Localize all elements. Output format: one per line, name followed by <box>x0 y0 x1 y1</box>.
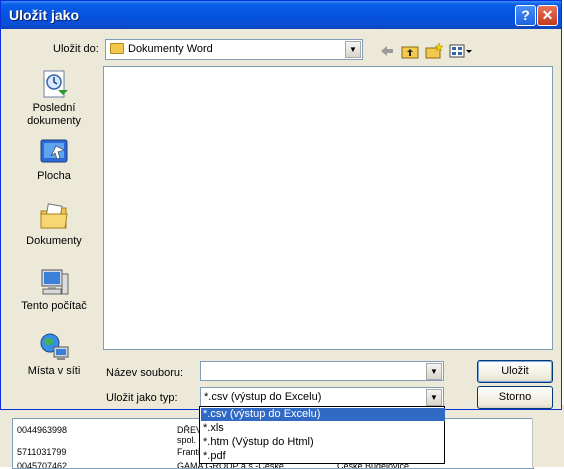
filename-label: Název souboru: <box>106 367 184 379</box>
row-id: 5711031799 <box>17 447 67 457</box>
filetype-select[interactable]: *.csv (výstup do Excelu) ▼ <box>200 387 444 407</box>
background-scrollbar[interactable] <box>532 418 549 467</box>
place-recent-documents[interactable]: Poslední dokumenty <box>11 68 97 128</box>
filetype-option[interactable]: *.htm (Výstup do Html) <box>201 436 445 449</box>
save-as-dialog: Uložit jako ? ✕ Uložit do: Dokumenty Wor… <box>0 0 562 410</box>
row-id: 0044963998 <box>17 425 68 435</box>
documents-folder-icon <box>38 201 70 233</box>
filetype-option[interactable]: *.xls <box>201 422 445 435</box>
desktop-icon <box>38 136 70 168</box>
save-button[interactable]: Uložit <box>477 360 553 383</box>
filetype-option[interactable]: *.csv (výstup do Excelu) <box>201 408 445 421</box>
filetype-dropdown-list: *.csv (výstup do Excelu) *.xls *.htm (Vý… <box>199 406 445 464</box>
save-in-value: Dokumenty Word <box>128 43 213 55</box>
my-computer-icon <box>38 266 70 298</box>
place-label: Místa v síti <box>27 365 81 377</box>
place-label: Dokumenty <box>26 235 82 247</box>
place-label: Plocha <box>37 170 71 182</box>
save-in-combo[interactable]: Dokumenty Word ▼ <box>105 39 363 60</box>
place-label: Tento počítač <box>21 300 87 312</box>
cancel-button[interactable]: Storno <box>477 386 553 409</box>
place-network[interactable]: Místa v síti <box>11 331 97 378</box>
save-in-label: Uložit do: <box>53 43 99 55</box>
filetype-option[interactable]: *.pdf <box>201 450 445 463</box>
row-id: 0045707462 <box>17 461 68 469</box>
close-button[interactable]: ✕ <box>537 5 558 26</box>
help-button[interactable]: ? <box>515 5 536 26</box>
filetype-dropdown[interactable]: ▼ <box>425 388 443 406</box>
new-folder-icon[interactable] <box>425 42 444 60</box>
views-menu-icon[interactable] <box>449 42 473 60</box>
window-title: Uložit jako <box>9 7 80 23</box>
network-places-icon <box>38 331 70 363</box>
folder-icon <box>110 43 124 54</box>
place-desktop[interactable]: Plocha <box>11 136 97 183</box>
title-bar[interactable]: Uložit jako ? ✕ <box>1 1 561 29</box>
place-documents[interactable]: Dokumenty <box>11 201 97 248</box>
place-label: Poslední dokumenty <box>27 102 81 127</box>
filetype-value: *.csv (výstup do Excelu) <box>204 391 322 403</box>
back-arrow-icon[interactable] <box>379 42 395 60</box>
chevron-down-icon[interactable]: ▼ <box>345 41 361 58</box>
recent-documents-icon <box>38 68 70 100</box>
filename-dropdown[interactable]: ▼ <box>425 362 443 380</box>
filetype-label: Uložit jako typ: <box>106 392 178 404</box>
places-bar: Poslední dokumenty Plocha Dokumenty Tent… <box>11 64 97 394</box>
chevron-down-icon[interactable]: ▼ <box>426 389 442 406</box>
file-list[interactable] <box>103 66 553 350</box>
place-my-computer[interactable]: Tento počítač <box>11 266 97 313</box>
up-folder-icon[interactable] <box>401 42 419 60</box>
chevron-down-icon[interactable]: ▼ <box>426 363 442 380</box>
filename-field[interactable]: ▼ <box>200 361 444 381</box>
